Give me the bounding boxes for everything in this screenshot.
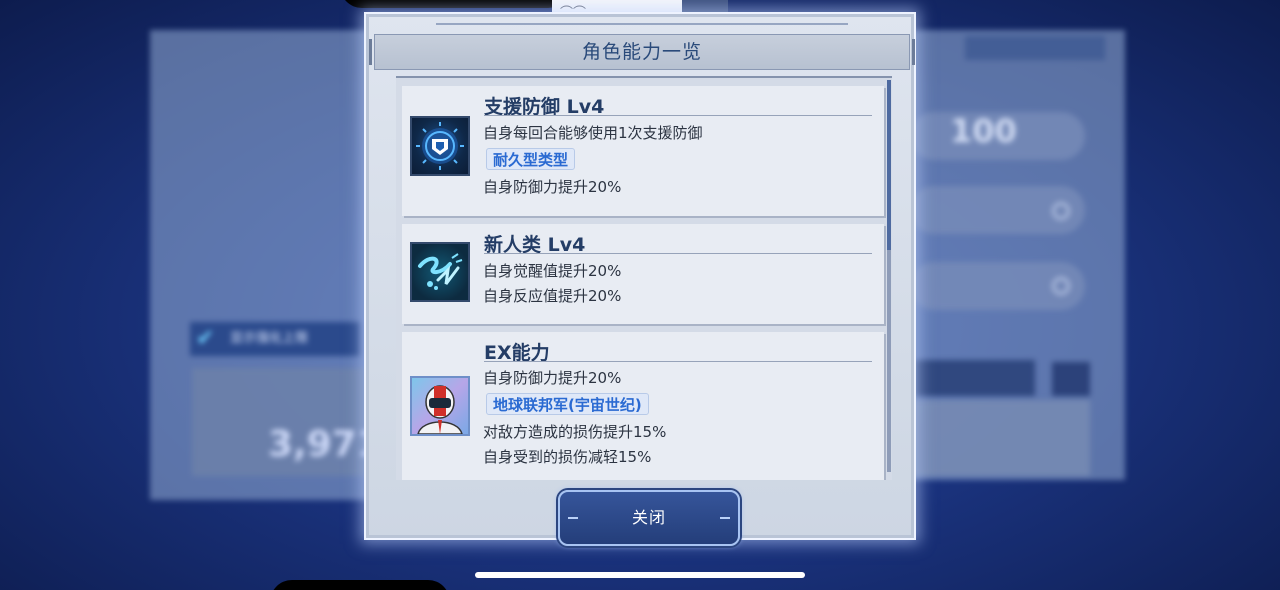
ability-effect: 自身每回合能够使用1次支援防御 xyxy=(483,124,703,142)
close-button[interactable]: 关闭 xyxy=(558,490,740,546)
ability-effect: 自身反应值提升20% xyxy=(483,287,622,305)
dialog-title: 角色能力一览 xyxy=(581,41,702,63)
background-button xyxy=(915,360,1035,396)
ability-type-tag: 耐久型类型 xyxy=(486,148,576,170)
search-icon xyxy=(1052,202,1070,220)
dialog-title-bar: 角色能力一览 xyxy=(369,34,915,70)
check-icon: ✔ xyxy=(196,326,215,351)
dialog-footer: 关闭 xyxy=(374,480,910,546)
title-tick-right xyxy=(912,39,915,65)
ability-card-newtype: 新人类 Lv4 自身觉醒值提升20% 自身反应值提升20% xyxy=(402,224,884,324)
search-icon xyxy=(1052,277,1070,295)
top-decoration xyxy=(436,23,848,25)
scrollbar-thumb[interactable] xyxy=(887,80,891,250)
close-button-label: 关闭 xyxy=(631,508,666,527)
ability-divider xyxy=(484,361,872,362)
ability-effect: 自身防御力提升20% xyxy=(483,178,622,196)
right-card xyxy=(905,400,1090,476)
ability-scroll-list[interactable]: 支援防御 Lv4 自身每回合能够使用1次支援防御 耐久型类型 自身防御力提升20… xyxy=(396,76,892,480)
top-right-bar xyxy=(965,36,1105,60)
ability-effect: 自身觉醒值提升20% xyxy=(483,262,622,280)
shield-icon xyxy=(410,116,470,176)
pilot-portrait-icon xyxy=(410,376,470,436)
newtype-icon xyxy=(410,242,470,302)
ability-card-support-defense: 支援防御 Lv4 自身每回合能够使用1次支援防御 耐久型类型 自身防御力提升20… xyxy=(402,86,884,216)
ability-effect: 自身防御力提升20% xyxy=(483,369,622,387)
title-tick-left xyxy=(369,39,372,65)
ability-effect: 对敌方造成的损伤提升15% xyxy=(483,423,667,441)
ability-card-ex: EX能力 自身防御力提升20% 地球联邦军(宇宙世纪) 对敌方造成的损伤提升15… xyxy=(402,332,884,480)
ability-list-dialog: 角色能力一览 支援防御 Lv4 自身每回合能够使用1次支援防御 耐久型类型 自身… xyxy=(364,12,916,546)
ability-faction-tag: 地球联邦军(宇宙世纪) xyxy=(486,393,649,415)
power-value: 100 xyxy=(950,112,1017,150)
memo-icon xyxy=(1052,362,1090,396)
bottom-blob xyxy=(270,580,450,590)
ability-divider xyxy=(484,115,872,116)
home-indicator[interactable] xyxy=(475,572,805,578)
ability-effect: 自身受到的损伤减轻15% xyxy=(483,448,652,466)
ability-divider xyxy=(484,253,872,254)
status-blob xyxy=(340,0,570,8)
button-dash-right xyxy=(720,517,730,519)
